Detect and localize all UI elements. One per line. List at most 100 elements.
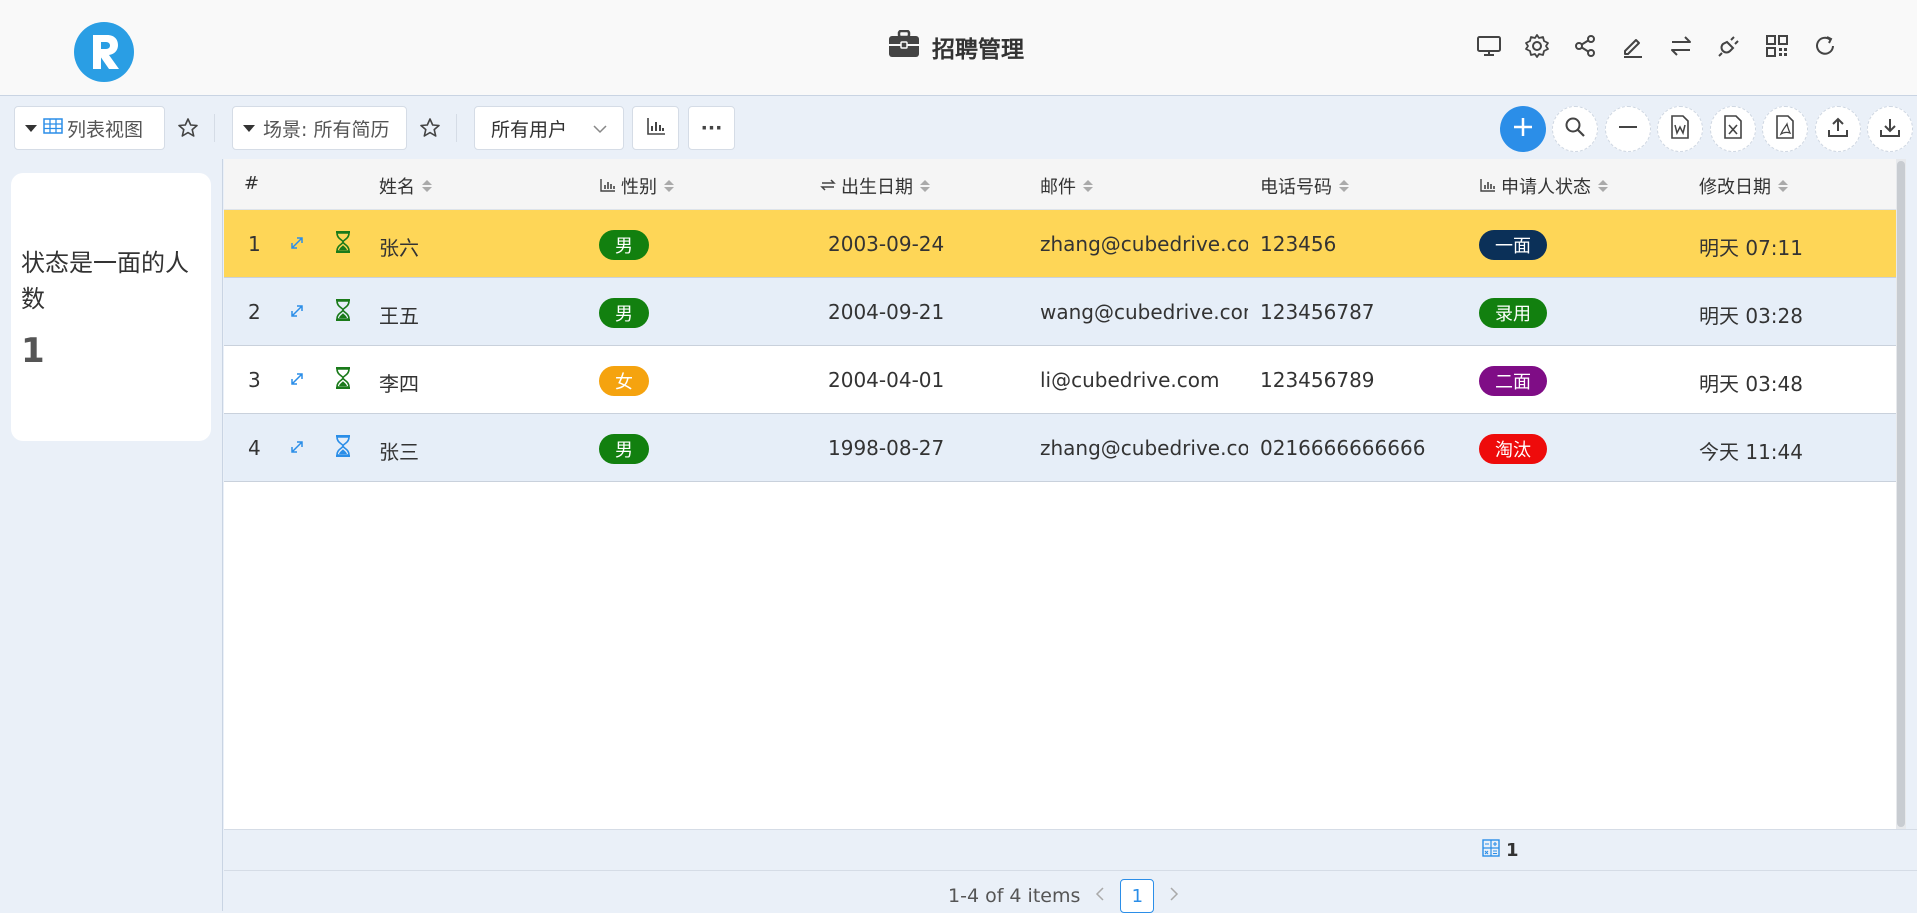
cell-name: 张六 — [379, 236, 419, 260]
gender-badge: 女 — [599, 366, 649, 396]
share-icon[interactable] — [1565, 26, 1605, 66]
expand-icon[interactable] — [288, 369, 306, 393]
sort-icon[interactable] — [1083, 180, 1093, 192]
caret-down-icon — [243, 124, 255, 132]
toolbar-divider — [456, 114, 457, 142]
hourglass-icon — [334, 367, 352, 394]
bar-chart-icon — [600, 176, 616, 197]
column-header-name[interactable]: 姓名 — [379, 173, 432, 199]
view-selector[interactable]: 列表视图 — [14, 106, 165, 150]
more-button[interactable]: ··· — [688, 106, 735, 150]
column-header-phone[interactable]: 电话号码 — [1260, 173, 1349, 199]
refresh-icon[interactable] — [1805, 26, 1845, 66]
search-icon — [1564, 116, 1586, 143]
pager-range: 1-4 of 4 items — [948, 885, 1081, 907]
expand-icon[interactable] — [288, 233, 306, 257]
user-select[interactable]: 所有用户 — [474, 106, 624, 150]
cell-email: zhang@cubedrive.com — [1040, 436, 1248, 460]
add-icon — [1512, 116, 1534, 143]
app-logo[interactable] — [74, 22, 134, 82]
cell-email: wang@cubedrive.com — [1040, 300, 1248, 324]
briefcase-icon — [888, 29, 920, 64]
chevron-right-icon[interactable] — [1168, 885, 1180, 907]
scrollbar-thumb[interactable] — [1897, 161, 1905, 827]
minus-icon — [1617, 116, 1639, 143]
sort-icon[interactable] — [1778, 180, 1788, 192]
column-header-label: # — [244, 173, 260, 194]
column-header-gender[interactable]: 性别 — [600, 173, 674, 199]
add-button[interactable] — [1500, 106, 1546, 152]
hourglass-icon — [334, 435, 352, 462]
status-badge: 二面 — [1479, 366, 1547, 396]
swap-icon[interactable] — [1661, 26, 1701, 66]
pager-current-page[interactable]: 1 — [1120, 879, 1155, 913]
favorite-view-star-icon[interactable] — [176, 116, 200, 140]
plugin-icon[interactable] — [1709, 26, 1749, 66]
column-header-status[interactable]: 申请人状态 — [1480, 173, 1608, 199]
desktop-icon[interactable] — [1469, 26, 1509, 66]
stat-card[interactable]: 状态是一面的人数 1 — [11, 173, 211, 441]
app-header: 招聘管理 — [0, 0, 1917, 96]
cell-birth: 1998-08-27 — [828, 436, 945, 460]
stat-card-title: 状态是一面的人数 — [21, 249, 189, 313]
summary-count-value: 1 — [1506, 840, 1519, 861]
sort-icon[interactable] — [664, 180, 674, 192]
cell-birth: 2003-09-24 — [828, 232, 945, 256]
row-index: 4 — [248, 436, 261, 460]
scene-selector[interactable]: 场景: 所有简历 — [232, 106, 407, 150]
chart-button[interactable] — [632, 106, 679, 150]
cell-modified: 明天 03:48 — [1699, 372, 1803, 396]
stat-card-value: 1 — [21, 331, 45, 371]
column-header-label: 电话号码 — [1260, 177, 1332, 198]
cell-modified: 今天 11:44 — [1699, 440, 1803, 464]
hourglass-icon — [334, 231, 352, 258]
column-header-email[interactable]: 邮件 — [1040, 173, 1093, 199]
export-word-button[interactable] — [1657, 106, 1703, 152]
sort-icon[interactable] — [422, 180, 432, 192]
sort-icon[interactable] — [1339, 180, 1349, 192]
cell-modified: 明天 03:28 — [1699, 304, 1803, 328]
table-row[interactable]: 3 李四 女 2004-04-01 li@cubedrive.com 123456789 二… — [224, 346, 1906, 414]
grid-view-icon — [43, 117, 63, 139]
chevron-left-icon[interactable] — [1094, 885, 1106, 907]
cell-phone: 0216666666666 — [1260, 436, 1426, 460]
vertical-scrollbar[interactable] — [1896, 159, 1906, 829]
status-badge: 淘汰 — [1479, 434, 1547, 464]
column-header-index: # — [244, 173, 259, 194]
edit-icon[interactable] — [1613, 26, 1653, 66]
column-header-label: 修改日期 — [1699, 177, 1771, 198]
row-index: 2 — [248, 300, 261, 324]
cell-phone: 123456 — [1260, 232, 1337, 256]
favorite-scene-star-icon[interactable] — [418, 116, 442, 140]
upload-icon — [1827, 116, 1849, 143]
download-icon — [1879, 116, 1901, 143]
upload-button[interactable] — [1815, 106, 1861, 152]
gender-badge: 男 — [599, 434, 649, 464]
export-pdf-button[interactable] — [1762, 106, 1808, 152]
expand-icon[interactable] — [288, 301, 306, 325]
caret-down-icon — [25, 124, 37, 132]
sort-icon[interactable] — [920, 180, 930, 192]
cell-name: 张三 — [379, 440, 419, 464]
row-index: 1 — [248, 232, 261, 256]
gear-icon[interactable] — [1517, 26, 1557, 66]
table-row[interactable]: 1 张六 男 2003-09-24 zhang@cubedrive.com 123456 一… — [224, 210, 1906, 278]
export-excel-button[interactable] — [1710, 106, 1756, 152]
more-label: ··· — [700, 117, 723, 139]
column-header-birth[interactable]: 出生日期 — [820, 173, 930, 199]
delete-button[interactable] — [1605, 106, 1651, 152]
qr-code-icon[interactable] — [1757, 26, 1797, 66]
table-row[interactable]: 4 张三 男 1998-08-27 zhang@cubedrive.com 0216666… — [224, 414, 1906, 482]
cell-name: 王五 — [379, 304, 419, 328]
calculator-icon — [1482, 839, 1500, 862]
sort-icon[interactable] — [1598, 180, 1608, 192]
column-header-label: 申请人状态 — [1501, 177, 1591, 198]
search-button[interactable] — [1552, 106, 1598, 152]
column-header-modified[interactable]: 修改日期 — [1699, 173, 1788, 199]
download-button[interactable] — [1867, 106, 1913, 152]
expand-icon[interactable] — [288, 437, 306, 461]
cell-phone: 123456789 — [1260, 368, 1375, 392]
table-row[interactable]: 2 王五 男 2004-09-21 wang@cubedrive.com 12345678… — [224, 278, 1906, 346]
status-badge: 一面 — [1479, 230, 1547, 260]
data-grid: # 姓名 性别 出生日期 邮件 电话号码 申请人状态 修改日期 1 张六 男 2… — [224, 159, 1906, 829]
